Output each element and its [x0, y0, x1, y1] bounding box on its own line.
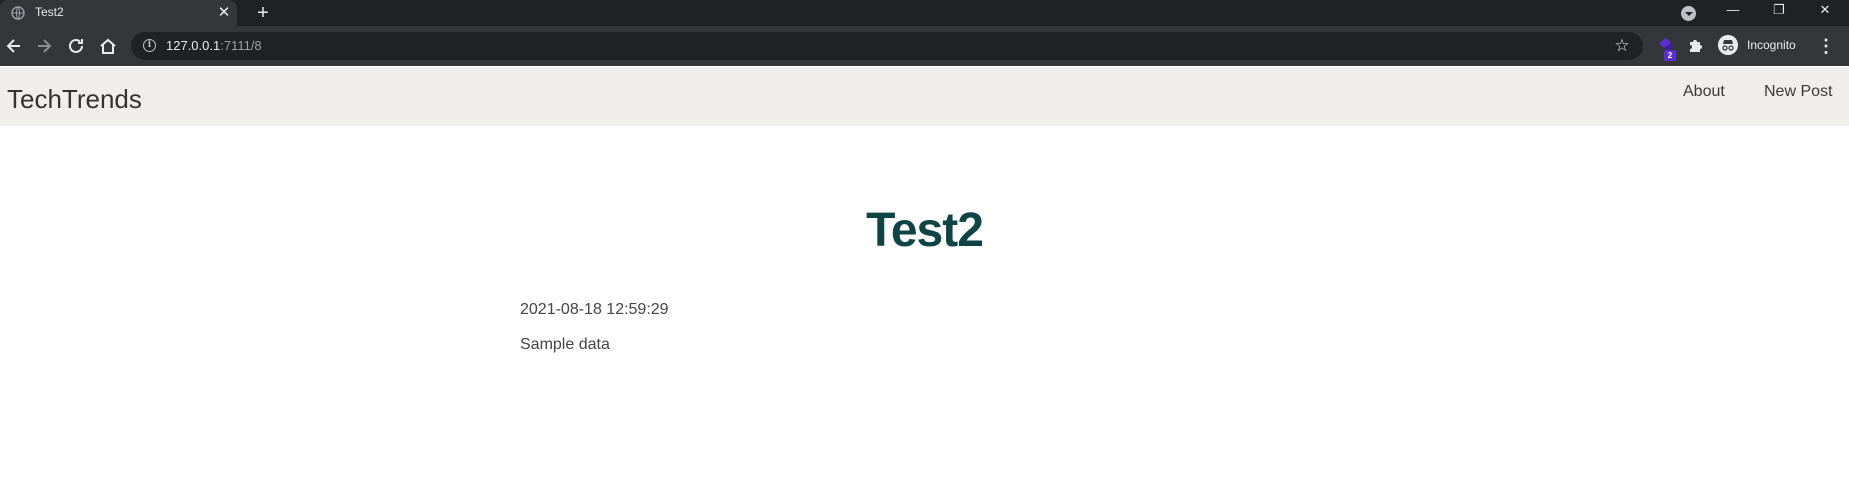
url-path: :7111/8 [220, 38, 262, 53]
site-info-icon[interactable]: i [143, 39, 156, 52]
back-icon[interactable] [3, 35, 25, 57]
browser-menu-icon[interactable]: ⋮ [1816, 35, 1836, 57]
site-navbar: TechTrends About New Post [0, 67, 1849, 126]
post-content: Sample data [520, 336, 610, 353]
url-host: 127.0.0.1 [166, 38, 221, 53]
home-icon[interactable] [97, 35, 119, 57]
address-bar[interactable]: i 127.0.0.1:7111/8 ☆ [131, 32, 1643, 60]
tab-search-icon[interactable] [1681, 6, 1696, 21]
new-tab-button[interactable]: + [252, 2, 274, 24]
puzzle-icon[interactable] [1686, 35, 1706, 55]
nav-link-about[interactable]: About [1683, 83, 1725, 101]
bookmark-star-icon[interactable]: ☆ [1612, 36, 1632, 56]
minimize-button[interactable]: — [1710, 0, 1756, 22]
post-created-date: 2021-08-18 12:59:29 [520, 301, 669, 318]
globe-icon [11, 6, 25, 20]
nav-link-new-post[interactable]: New Post [1764, 83, 1832, 101]
browser-tab[interactable]: Test2 ✕ [0, 0, 237, 26]
profile-label: Incognito [1747, 38, 1796, 52]
extension-badge: 2 [1664, 50, 1676, 61]
url-text[interactable]: 127.0.0.1:7111/8 [166, 38, 262, 53]
reload-icon[interactable] [65, 35, 87, 57]
tab-close-icon[interactable]: ✕ [215, 4, 233, 22]
tab-title: Test2 [35, 5, 64, 19]
restore-button[interactable]: ❐ [1756, 0, 1802, 22]
browser-tabstrip: Test2 ✕ + — ❐ ✕ [0, 0, 1849, 26]
site-brand[interactable]: TechTrends [7, 84, 142, 115]
incognito-icon [1718, 35, 1738, 55]
forward-icon[interactable] [33, 35, 55, 57]
browser-toolbar: i 127.0.0.1:7111/8 ☆ 2 Incognito ⋮ [0, 26, 1849, 66]
post-title: Test2 [866, 204, 984, 257]
close-window-button[interactable]: ✕ [1802, 0, 1848, 22]
